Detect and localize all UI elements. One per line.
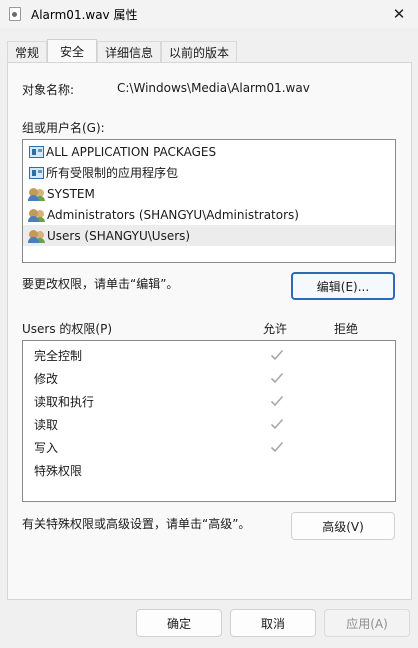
edit-hint: 要更改权限，请单击“编辑”。: [22, 277, 179, 291]
permissions-list: 完全控制 修改 读取和执行 读取 写入 特殊权限: [22, 340, 396, 502]
security-panel: 对象名称: C:\Windows\Media\Alarm01.wav 组或用户名…: [7, 62, 412, 600]
allow-header: 允许: [263, 322, 288, 336]
package-icon: [29, 166, 44, 179]
close-icon: ✕: [392, 5, 406, 23]
list-item[interactable]: SYSTEM: [23, 183, 395, 204]
object-name-value: C:\Windows\Media\Alarm01.wav: [117, 81, 310, 95]
permission-row: 修改: [23, 367, 395, 390]
permission-row: 特殊权限: [23, 459, 395, 482]
list-item[interactable]: 所有受限制的应用程序包: [23, 162, 395, 183]
apply-button-label: 应用(A): [346, 616, 388, 631]
deny-header: 拒绝: [334, 322, 359, 336]
advanced-button[interactable]: 高级(V): [291, 512, 395, 540]
advanced-hint: 有关特殊权限或高级设置，请单击“高级”。: [22, 517, 251, 531]
advanced-button-label: 高级(V): [322, 519, 364, 534]
edit-button[interactable]: 编辑(E)...: [291, 272, 395, 300]
title-bar: Alarm01.wav 属性 ✕: [0, 0, 418, 28]
permission-row: 写入: [23, 436, 395, 459]
check-icon: [270, 418, 284, 430]
object-name-label: 对象名称:: [22, 83, 75, 97]
tab-general[interactable]: 常规: [7, 41, 48, 62]
ok-button[interactable]: 确定: [136, 609, 222, 637]
permission-name: 特殊权限: [34, 464, 83, 478]
tab-security[interactable]: 安全: [47, 39, 98, 62]
check-icon: [270, 395, 284, 407]
list-item[interactable]: Users (SHANGYU\Users): [23, 225, 395, 246]
tab-strip: 常规 安全 详细信息 以前的版本: [7, 39, 238, 62]
cancel-button[interactable]: 取消: [230, 609, 316, 637]
apply-button[interactable]: 应用(A): [324, 609, 410, 637]
audio-file-icon: [9, 7, 21, 21]
edit-button-label: 编辑(E)...: [316, 279, 370, 294]
groups-list[interactable]: ALL APPLICATION PACKAGES 所有受限制的应用程序包 SYS…: [22, 139, 396, 263]
list-item-label: Administrators (SHANGYU\Administrators): [47, 207, 299, 222]
check-icon: [270, 441, 284, 453]
list-item-label: SYSTEM: [47, 186, 95, 201]
permission-name: 读取和执行: [34, 395, 95, 409]
close-button[interactable]: ✕: [388, 5, 410, 23]
tab-previous-versions[interactable]: 以前的版本: [161, 41, 238, 62]
permissions-title: Users 的权限(P): [22, 322, 113, 336]
permission-name: 修改: [34, 372, 59, 386]
tab-previous-versions-label: 以前的版本: [169, 45, 230, 60]
window-title: Alarm01.wav 属性: [31, 7, 138, 22]
tab-general-label: 常规: [15, 45, 40, 60]
check-icon: [270, 372, 284, 384]
dialog-footer: 确定 取消 应用(A): [0, 600, 418, 648]
package-icon: [29, 145, 44, 158]
list-item-label: 所有受限制的应用程序包: [46, 166, 179, 180]
permission-name: 写入: [34, 441, 59, 455]
users-icon: [28, 229, 45, 243]
list-item[interactable]: Administrators (SHANGYU\Administrators): [23, 204, 395, 225]
permission-name: 读取: [34, 418, 59, 432]
cancel-button-label: 取消: [260, 616, 285, 631]
users-icon: [28, 187, 45, 201]
tab-details-label: 详细信息: [105, 45, 154, 60]
permission-row: 读取: [23, 413, 395, 436]
permission-name: 完全控制: [34, 349, 83, 363]
list-item-label: Users (SHANGYU\Users): [47, 228, 191, 243]
ok-button-label: 确定: [166, 616, 191, 631]
tab-security-label: 安全: [60, 44, 85, 59]
list-item[interactable]: ALL APPLICATION PACKAGES: [23, 141, 395, 162]
users-icon: [28, 208, 45, 222]
check-icon: [270, 349, 284, 361]
permission-row: 完全控制: [23, 344, 395, 367]
permission-row: 读取和执行: [23, 390, 395, 413]
list-item-label: ALL APPLICATION PACKAGES: [46, 144, 217, 159]
tab-details[interactable]: 详细信息: [97, 41, 162, 62]
groups-label: 组或用户名(G):: [22, 121, 105, 135]
